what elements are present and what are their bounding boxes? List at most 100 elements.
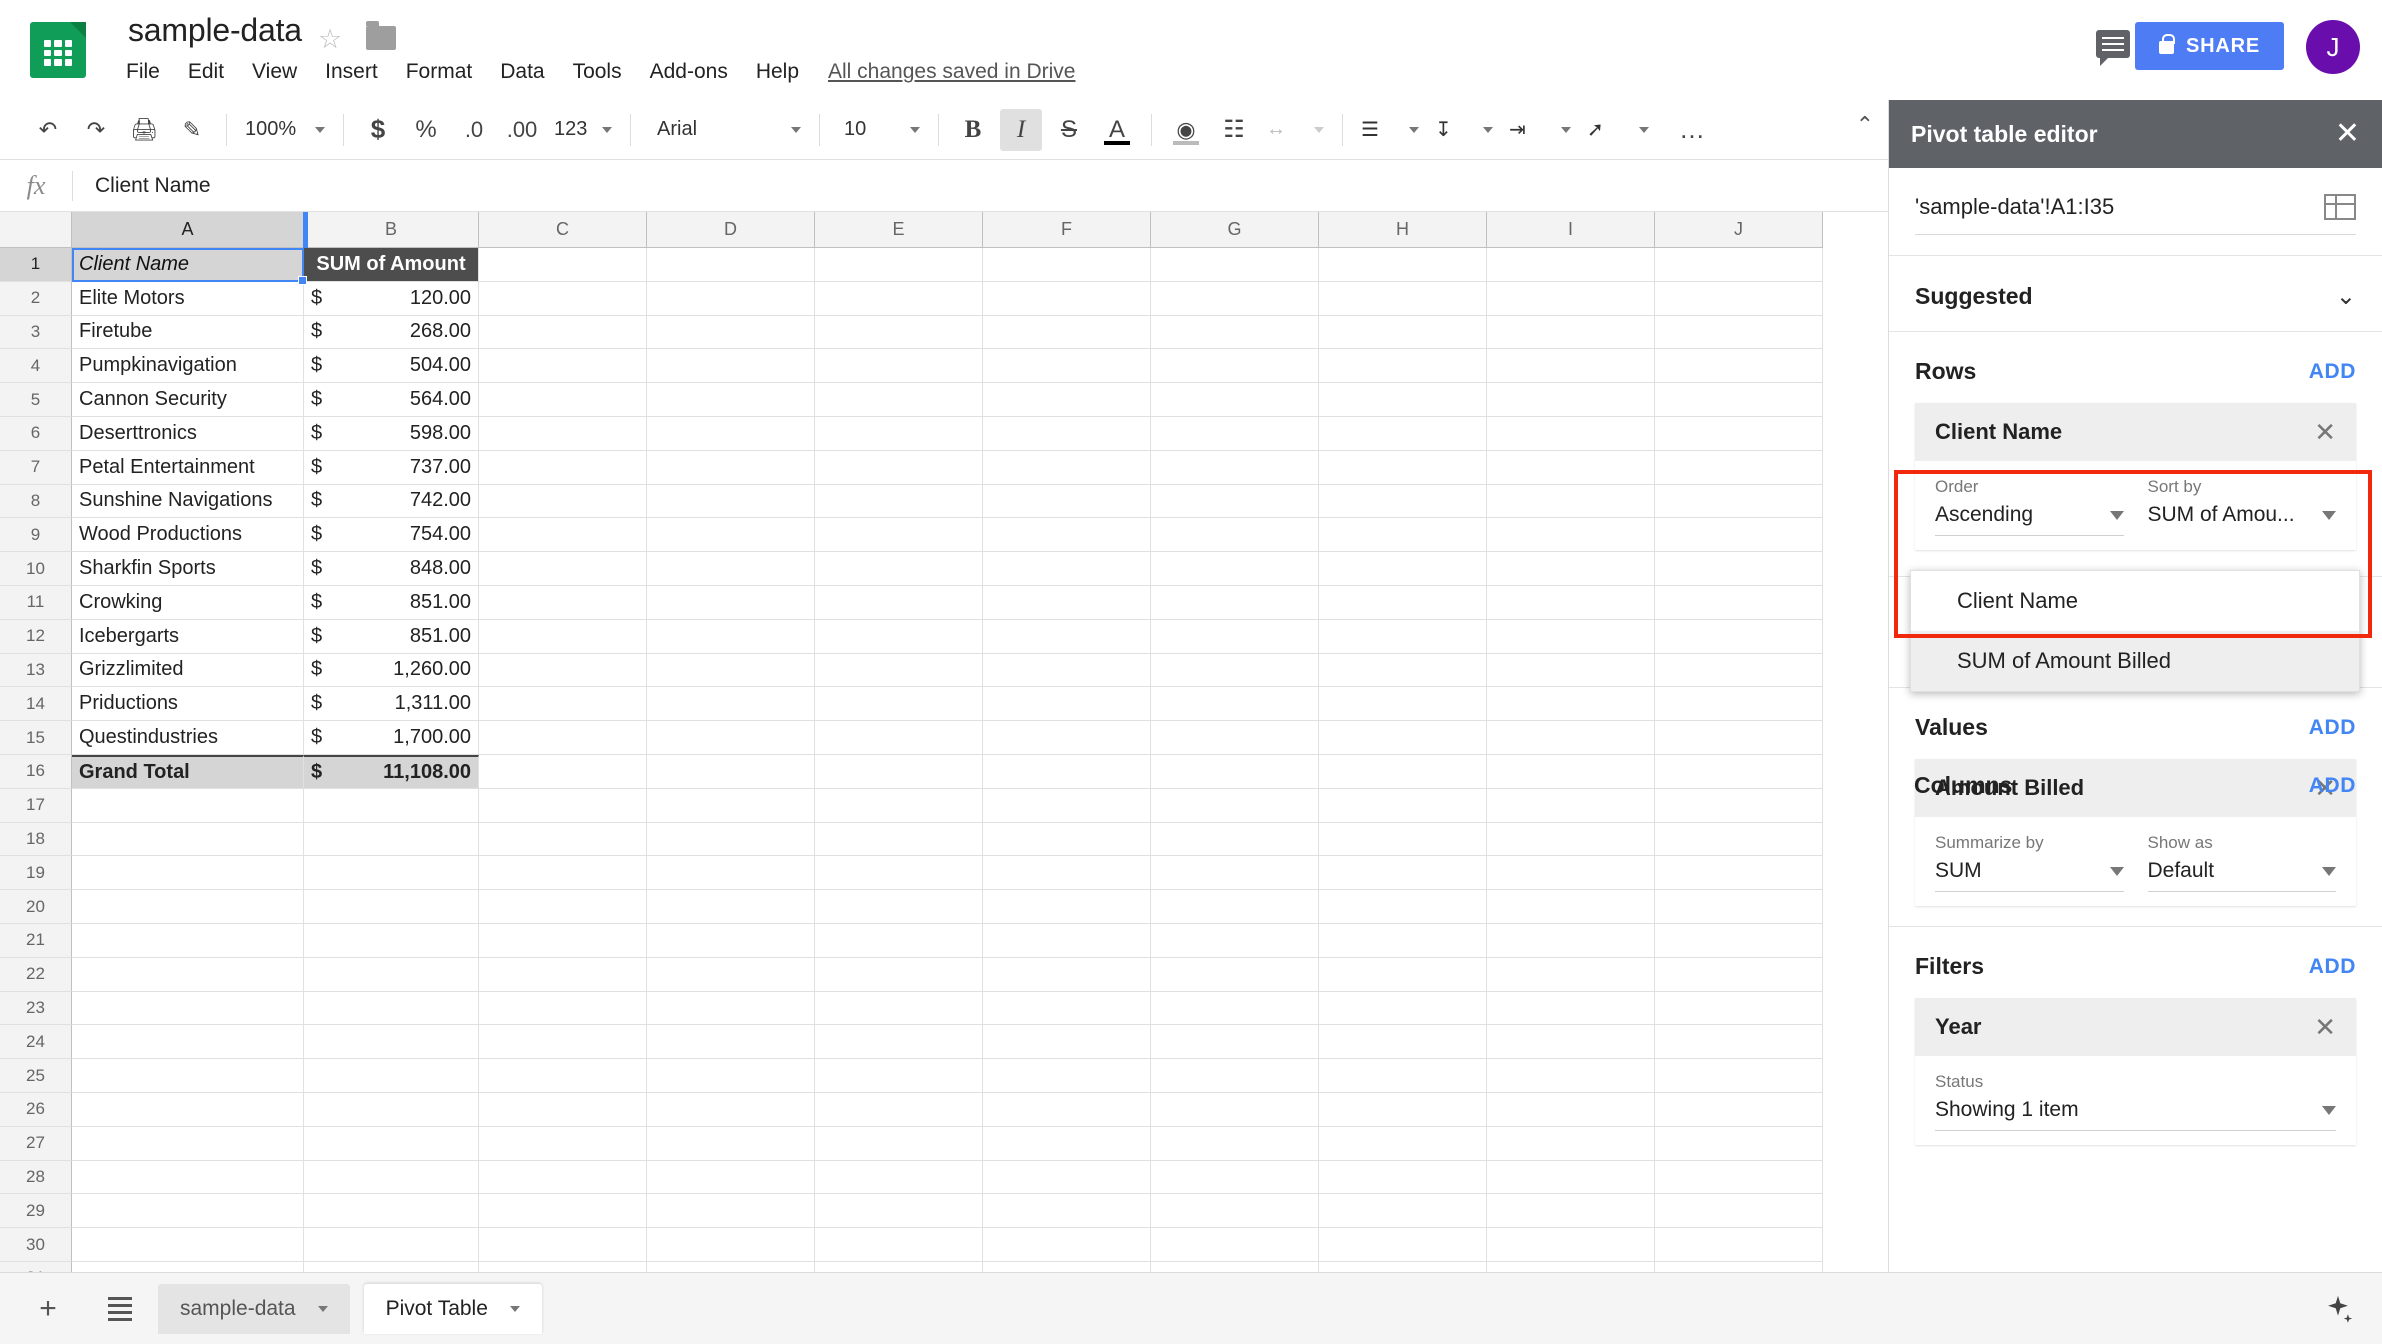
font-family-select[interactable]: Arial <box>649 109 809 151</box>
explore-icon[interactable] <box>2316 1288 2360 1332</box>
borders-icon[interactable]: ☷ <box>1213 109 1255 151</box>
cell[interactable] <box>1319 1126 1487 1161</box>
menu-file[interactable]: File <box>118 56 174 88</box>
cell[interactable] <box>1655 349 1823 384</box>
cell[interactable] <box>1319 1194 1487 1229</box>
cell-grand-total-label[interactable]: Grand Total <box>72 754 304 789</box>
cell[interactable] <box>1319 281 1487 316</box>
cell[interactable] <box>1319 890 1487 924</box>
cell[interactable] <box>479 281 647 316</box>
cell[interactable] <box>815 1126 983 1161</box>
more-toolbar-button[interactable]: … <box>1671 109 1713 151</box>
cell[interactable] <box>1151 1025 1319 1060</box>
cell[interactable] <box>1655 518 1823 553</box>
values-add-button[interactable]: ADD <box>2309 716 2356 740</box>
horizontal-align-select[interactable]: ☰ <box>1353 109 1427 151</box>
cell[interactable] <box>815 991 983 1026</box>
cell[interactable] <box>647 788 815 823</box>
column-header-e[interactable]: E <box>815 212 983 248</box>
cell-header-client-name[interactable]: Client Name <box>72 248 304 282</box>
cell[interactable] <box>647 687 815 722</box>
cell[interactable] <box>479 991 647 1026</box>
cell[interactable] <box>304 1261 479 1272</box>
cell[interactable] <box>815 383 983 417</box>
cell[interactable] <box>1319 450 1487 485</box>
filters-add-button[interactable]: ADD <box>2309 955 2356 979</box>
cell[interactable] <box>1487 1261 1655 1272</box>
cell[interactable] <box>647 518 815 553</box>
cell[interactable] <box>1151 923 1319 958</box>
cell[interactable] <box>815 450 983 485</box>
cell[interactable] <box>1319 788 1487 823</box>
cell-client-name[interactable]: Crowking <box>72 585 304 620</box>
cell[interactable] <box>815 822 983 857</box>
cell[interactable] <box>1487 416 1655 451</box>
cell[interactable] <box>72 991 304 1026</box>
cell[interactable] <box>1319 856 1487 891</box>
cell[interactable] <box>1151 1059 1319 1093</box>
cell[interactable] <box>647 585 815 620</box>
cell-client-name[interactable]: Elite Motors <box>72 281 304 316</box>
cell[interactable] <box>479 1092 647 1127</box>
cell[interactable] <box>1487 923 1655 958</box>
cell[interactable] <box>1487 1059 1655 1093</box>
row-header-31[interactable]: 31 <box>0 1261 72 1272</box>
cell[interactable] <box>1319 1025 1487 1060</box>
cell[interactable] <box>304 1160 479 1195</box>
row-header-24[interactable]: 24 <box>0 1025 72 1060</box>
cell[interactable] <box>1151 552 1319 586</box>
row-header-23[interactable]: 23 <box>0 991 72 1026</box>
cell[interactable] <box>1487 450 1655 485</box>
cell[interactable] <box>479 619 647 654</box>
menu-insert[interactable]: Insert <box>311 56 392 88</box>
text-color-button[interactable]: A <box>1096 109 1138 151</box>
cell[interactable] <box>1487 281 1655 316</box>
cell[interactable] <box>72 1059 304 1093</box>
cell[interactable] <box>479 585 647 620</box>
cell[interactable] <box>1655 315 1823 350</box>
cell[interactable] <box>815 619 983 654</box>
currency-format-button[interactable]: $ <box>357 109 399 151</box>
row-header-10[interactable]: 10 <box>0 552 72 586</box>
cell[interactable] <box>983 248 1151 282</box>
cell[interactable] <box>1487 856 1655 891</box>
cell[interactable] <box>815 923 983 958</box>
cell[interactable] <box>1319 721 1487 755</box>
cell-client-name[interactable]: Sunshine Navigations <box>72 484 304 519</box>
cell-client-name[interactable]: Cannon Security <box>72 383 304 417</box>
cell-header-sum-of-amount[interactable]: SUM of Amount <box>304 248 479 282</box>
cell[interactable] <box>479 788 647 823</box>
column-header-c[interactable]: C <box>479 212 647 248</box>
chevron-down-icon[interactable]: ⌄ <box>2336 282 2356 311</box>
cell[interactable] <box>815 484 983 519</box>
cell[interactable] <box>983 1059 1151 1093</box>
cell[interactable] <box>1487 687 1655 722</box>
cell[interactable] <box>1487 822 1655 857</box>
show-as-select[interactable]: Default <box>2147 859 2336 892</box>
cell[interactable] <box>815 721 983 755</box>
cell[interactable] <box>304 991 479 1026</box>
cell[interactable] <box>647 281 815 316</box>
row-header-22[interactable]: 22 <box>0 957 72 992</box>
cell[interactable] <box>1487 1194 1655 1229</box>
comment-icon[interactable] <box>2096 30 2130 66</box>
cell[interactable] <box>1487 585 1655 620</box>
cell[interactable] <box>1655 484 1823 519</box>
cell-grand-total-amount[interactable]: $11,108.00 <box>304 754 479 789</box>
close-icon[interactable]: ✕ <box>2335 119 2360 149</box>
cell[interactable] <box>479 349 647 384</box>
cell[interactable] <box>1151 416 1319 451</box>
cell[interactable] <box>1487 248 1655 282</box>
cell[interactable] <box>1151 349 1319 384</box>
cell[interactable] <box>72 856 304 891</box>
cell[interactable] <box>1655 957 1823 992</box>
cell[interactable] <box>479 1194 647 1229</box>
cell[interactable] <box>647 248 815 282</box>
cell[interactable] <box>1655 1059 1823 1093</box>
cell[interactable] <box>1487 349 1655 384</box>
cell[interactable] <box>1151 281 1319 316</box>
cell[interactable] <box>1319 1261 1487 1272</box>
cell[interactable] <box>1655 416 1823 451</box>
sortby-option-client-name[interactable]: Client Name <box>1911 571 2359 631</box>
cell[interactable] <box>479 923 647 958</box>
